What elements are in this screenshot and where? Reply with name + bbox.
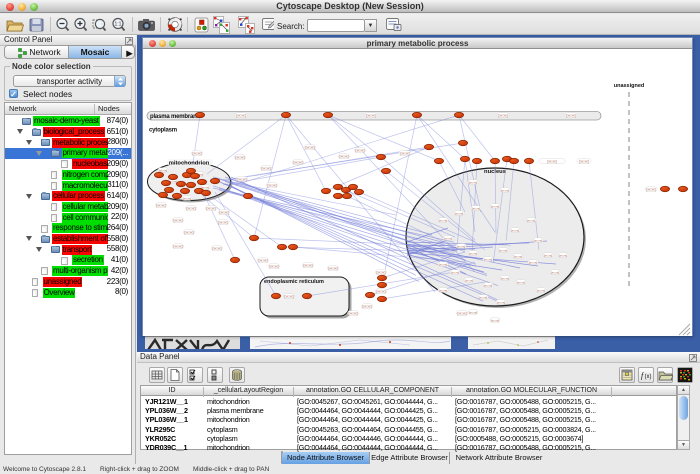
svg-text:[xx xx]: [xx xx] (566, 113, 575, 117)
svg-text:[xx xx]: [xx xx] (186, 206, 195, 210)
svg-text:[xx xx]: [xx xx] (484, 283, 493, 287)
svg-text:[xx xx]: [xx xx] (497, 300, 506, 304)
svg-text:[xx xx]: [xx xx] (484, 257, 493, 261)
svg-text:[xx xx]: [xx xx] (547, 159, 556, 163)
svg-text:cytoplasm: cytoplasm (149, 128, 177, 134)
svg-text:[xx xx]: [xx xx] (236, 113, 245, 117)
svg-text:[xx xx]: [xx xx] (517, 280, 526, 284)
svg-text:plasma membrane: plasma membrane (150, 114, 201, 120)
svg-text:[xx xx]: [xx xx] (479, 295, 488, 299)
svg-text:[xx xx]: [xx xx] (469, 310, 478, 314)
svg-text:mitochondrion: mitochondrion (169, 161, 210, 167)
svg-text:[xx xx]: [xx xx] (472, 206, 481, 210)
svg-text:[xx xx]: [xx xx] (444, 236, 453, 240)
svg-text:[xx xx]: [xx xx] (261, 166, 270, 170)
svg-text:[xx xx]: [xx xx] (527, 218, 536, 222)
svg-text:[xx xx]: [xx xx] (183, 196, 192, 200)
svg-text:[xx xx]: [xx xx] (173, 244, 182, 248)
svg-text:[xx xx]: [xx xx] (376, 289, 385, 293)
svg-text:[xx xx]: [xx xx] (498, 113, 507, 117)
svg-text:(x): (x) (645, 374, 652, 380)
svg-text:[xx xx]: [xx xx] (646, 187, 655, 191)
svg-text:[xx xx]: [xx xx] (551, 270, 560, 274)
svg-text:[xx xx]: [xx xx] (465, 278, 474, 282)
svg-text:[xx xx]: [xx xx] (235, 155, 244, 159)
svg-text:[xx xx]: [xx xx] (455, 211, 464, 215)
svg-text:[xx xx]: [xx xx] (293, 160, 302, 164)
svg-text:[xx xx]: [xx xx] (269, 264, 278, 268)
svg-text:[xx xx]: [xx xx] (400, 151, 409, 155)
svg-text:[xx xx]: [xx xx] (355, 148, 364, 152)
svg-text:[xx xx]: [xx xx] (451, 270, 460, 274)
svg-text:1:1: 1:1 (115, 22, 122, 28)
svg-text:[xx xx]: [xx xx] (501, 276, 510, 280)
svg-text:[xx xx]: [xx xx] (514, 254, 523, 258)
svg-text:[xx xx]: [xx xx] (218, 220, 227, 224)
svg-text:[xx xx]: [xx xx] (366, 113, 375, 117)
svg-text:endoplasmic reticulum: endoplasmic reticulum (264, 279, 324, 285)
svg-text:[xx xx]: [xx xx] (537, 288, 546, 292)
svg-text:[xx xx]: [xx xx] (328, 266, 337, 270)
svg-text:[xx xx]: [xx xx] (219, 210, 228, 214)
svg-text:[xx xx]: [xx xx] (192, 151, 201, 155)
svg-text:[xx xx]: [xx xx] (303, 263, 312, 267)
svg-text:unassigned: unassigned (614, 83, 645, 89)
svg-text:[xx xx]: [xx xx] (267, 183, 276, 187)
svg-text:[xx xx]: [xx xx] (212, 246, 221, 250)
svg-text:[xx xx]: [xx xx] (457, 311, 466, 315)
svg-text:[xx xx]: [xx xx] (511, 228, 520, 232)
svg-text:[xx xx]: [xx xx] (491, 318, 500, 322)
svg-text:[xx xx]: [xx xx] (439, 288, 448, 292)
svg-text:[xx xx]: [xx xx] (559, 253, 568, 257)
svg-text:[xx xx]: [xx xx] (339, 154, 348, 158)
svg-text:[xx xx]: [xx xx] (156, 203, 165, 207)
svg-text:[xx xx]: [xx xx] (439, 218, 448, 222)
svg-text:[xx xx]: [xx xx] (258, 258, 267, 262)
svg-text:[xx xx]: [xx xx] (159, 168, 168, 172)
svg-text:[xx xx]: [xx xx] (348, 311, 357, 315)
svg-text:[xx xx]: [xx xx] (305, 145, 314, 149)
svg-text:[xx xx]: [xx xx] (501, 188, 510, 192)
svg-text:[xx xx]: [xx xx] (457, 244, 466, 248)
svg-text:[xx xx]: [xx xx] (362, 304, 371, 308)
svg-text:[xx xx]: [xx xx] (499, 248, 508, 252)
svg-text:[xx xx]: [xx xx] (491, 204, 500, 208)
svg-text:[xx xx]: [xx xx] (237, 177, 246, 181)
svg-text:[xx xx]: [xx xx] (376, 270, 385, 274)
svg-text:[xx xx]: [xx xx] (579, 159, 588, 163)
svg-text:[xx xx]: [xx xx] (544, 253, 553, 257)
svg-text:[xx xx]: [xx xx] (284, 294, 293, 298)
svg-text:[xx xx]: [xx xx] (534, 238, 543, 242)
svg-text:[xx xx]: [xx xx] (184, 230, 193, 234)
svg-text:[xx xx]: [xx xx] (173, 218, 182, 222)
svg-text:[xx xx]: [xx xx] (469, 251, 478, 255)
svg-text:[xx xx]: [xx xx] (439, 262, 448, 266)
svg-text:[xx xx]: [xx xx] (529, 260, 538, 264)
svg-text:[xx xx]: [xx xx] (206, 206, 215, 210)
svg-text:[xx xx]: [xx xx] (469, 180, 478, 184)
